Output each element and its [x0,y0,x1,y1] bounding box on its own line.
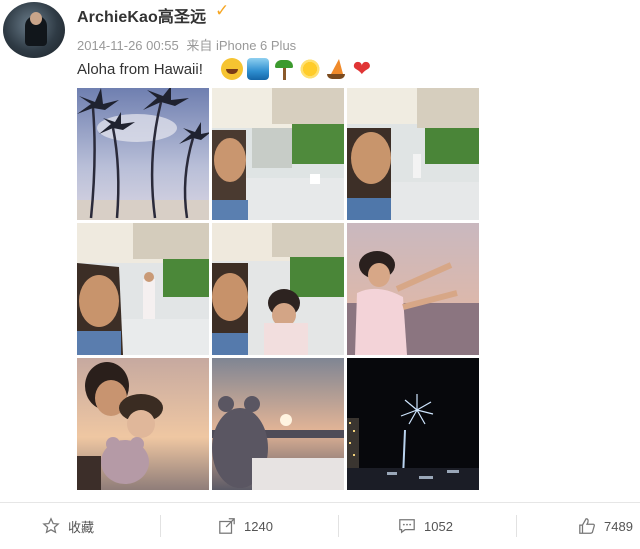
like-button[interactable]: 7489 [578,503,633,549]
share-count: 1240 [244,518,273,534]
photo-selfie-couple-balcony[interactable] [212,223,344,355]
palm-tree-emoji-icon [273,58,295,80]
emoji-row: ❤ [221,58,373,80]
sun-emoji-icon [299,58,321,80]
post-source-prefix: 来自 [186,38,213,53]
photo-selfie-balcony-2[interactable] [347,88,479,220]
share-button[interactable]: 1240 [218,503,273,549]
comment-button[interactable]: 1052 [398,503,453,549]
photo-grid [77,88,479,490]
action-separator [338,515,339,537]
favorite-label: 收藏 [68,519,95,535]
comment-count: 1052 [424,518,453,534]
post-text: Aloha from Hawaii! [77,61,203,78]
sailboat-emoji-icon [325,58,347,80]
username[interactable]: ArchieKao高圣远 [77,3,206,27]
comment-icon [399,519,415,534]
avatar[interactable] [3,2,65,58]
favorite-button[interactable]: 收藏 [42,503,94,549]
photo-teddy-bear-sunset[interactable] [212,358,344,490]
avatar-face [30,12,42,25]
post-timestamp[interactable]: 2014-11-26 00:55 [77,38,179,53]
photo-selfie-balcony-1[interactable] [212,88,344,220]
red-heart-emoji-icon: ❤ [352,56,372,81]
surfer-emoji-icon [247,58,269,80]
smile-emoji-icon [221,58,243,80]
action-bar: 收藏 1240 1052 7489 [0,503,640,549]
post-source-device[interactable]: iPhone 6 Plus [216,38,296,53]
post-meta: 2014-11-26 00:55 来自 iPhone 6 Plus [77,35,296,54]
photo-selfie-woman-waving[interactable] [77,223,209,355]
action-separator [160,515,161,537]
thumbs-up-icon [579,518,595,534]
photo-couple-sunset-teddy[interactable] [77,358,209,490]
photo-palm-trees-beach[interactable] [77,88,209,220]
verified-badge-icon: ✓ [215,1,230,20]
photo-woman-sunset-pose[interactable] [347,223,479,355]
action-separator [516,515,517,537]
star-icon [42,517,60,534]
share-icon [219,518,235,534]
like-count: 7489 [604,518,633,534]
photo-night-fireworks[interactable] [347,358,479,490]
